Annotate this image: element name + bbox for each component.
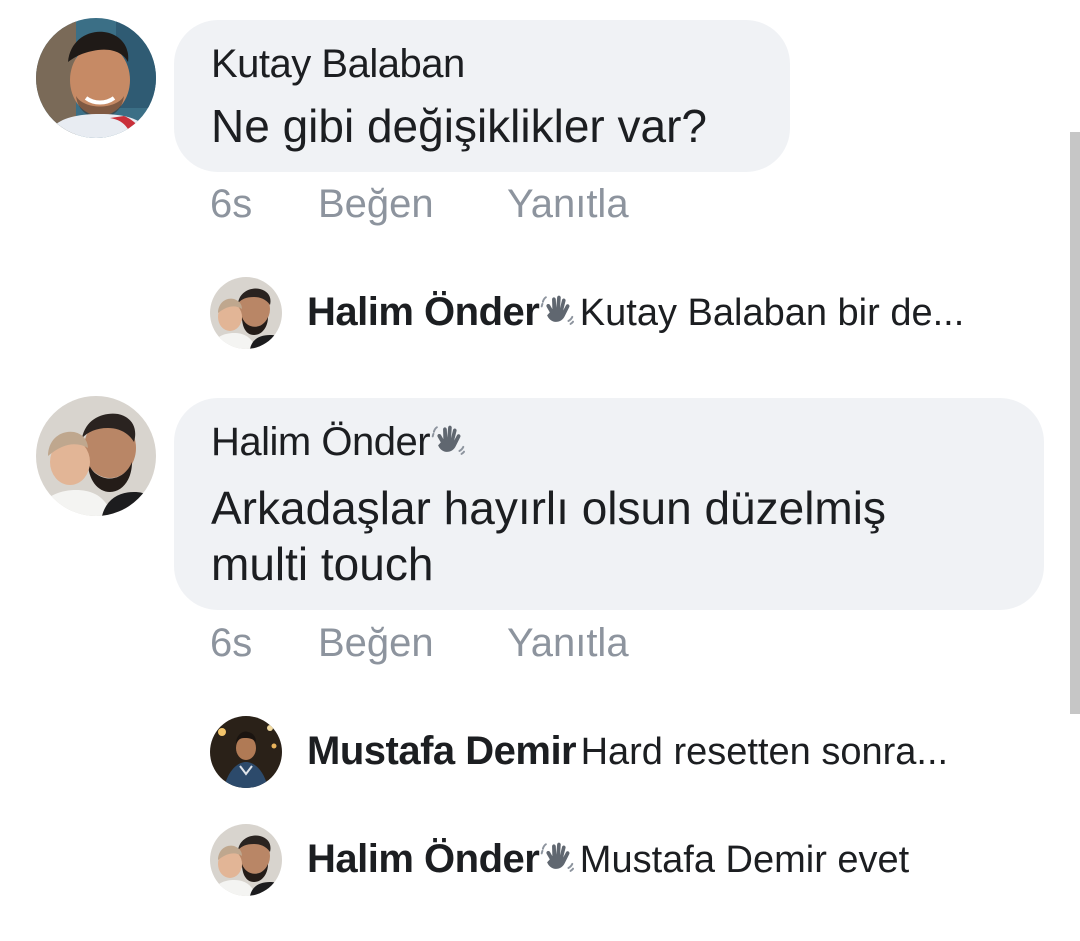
reply-preview-row[interactable]: Halim Önder Kutay Balaban bir de... xyxy=(307,290,964,335)
comment-author-name: Halim Önder xyxy=(211,420,431,464)
reply-preview-row[interactable]: Halim Önder Mustafa Demir evet xyxy=(307,837,909,882)
avatar-halim-onder[interactable] xyxy=(36,396,156,516)
scrollbar[interactable] xyxy=(1070,132,1080,714)
reply-author: Halim Önder xyxy=(307,290,540,334)
wave-hand-icon xyxy=(539,292,575,328)
like-button[interactable]: Beğen xyxy=(318,182,434,227)
reply-author: Halim Önder xyxy=(307,837,540,881)
reply-snippet: Hard resetten sonra... xyxy=(580,731,949,773)
avatar-kutay-balaban[interactable] xyxy=(36,18,156,138)
avatar-halim-onder[interactable] xyxy=(210,824,282,896)
reply-author: Mustafa Demir xyxy=(307,729,577,773)
avatar-mustafa-demir[interactable] xyxy=(210,716,282,788)
reply-snippet: Kutay Balaban bir de... xyxy=(579,292,965,334)
comment-text-line: multi touch xyxy=(211,538,434,590)
comment-text: Arkadaşlar hayırlı olsun düzelmiş multi … xyxy=(211,480,886,592)
reply-button[interactable]: Yanıtla xyxy=(507,621,629,666)
wave-hand-icon xyxy=(430,422,466,458)
comment-author[interactable]: Halim Önder xyxy=(211,420,466,465)
comment-text-line: Arkadaşlar hayırlı olsun düzelmiş xyxy=(211,482,886,534)
reply-preview-row[interactable]: Mustafa Demir Hard resetten sonra... xyxy=(307,729,948,774)
reply-snippet: Mustafa Demir evet xyxy=(579,839,910,881)
reply-button[interactable]: Yanıtla xyxy=(507,182,629,227)
like-button[interactable]: Beğen xyxy=(318,621,434,666)
comment-time: 6s xyxy=(210,621,253,665)
comment-text: Ne gibi değişiklikler var? xyxy=(211,100,707,152)
avatar-halim-onder[interactable] xyxy=(210,277,282,349)
comment-time: 6s xyxy=(210,182,253,226)
comments-screen: Kutay Balaban Ne gibi değişiklikler var?… xyxy=(0,0,1080,941)
comment-author[interactable]: Kutay Balaban xyxy=(211,42,465,87)
wave-hand-icon xyxy=(539,839,575,875)
